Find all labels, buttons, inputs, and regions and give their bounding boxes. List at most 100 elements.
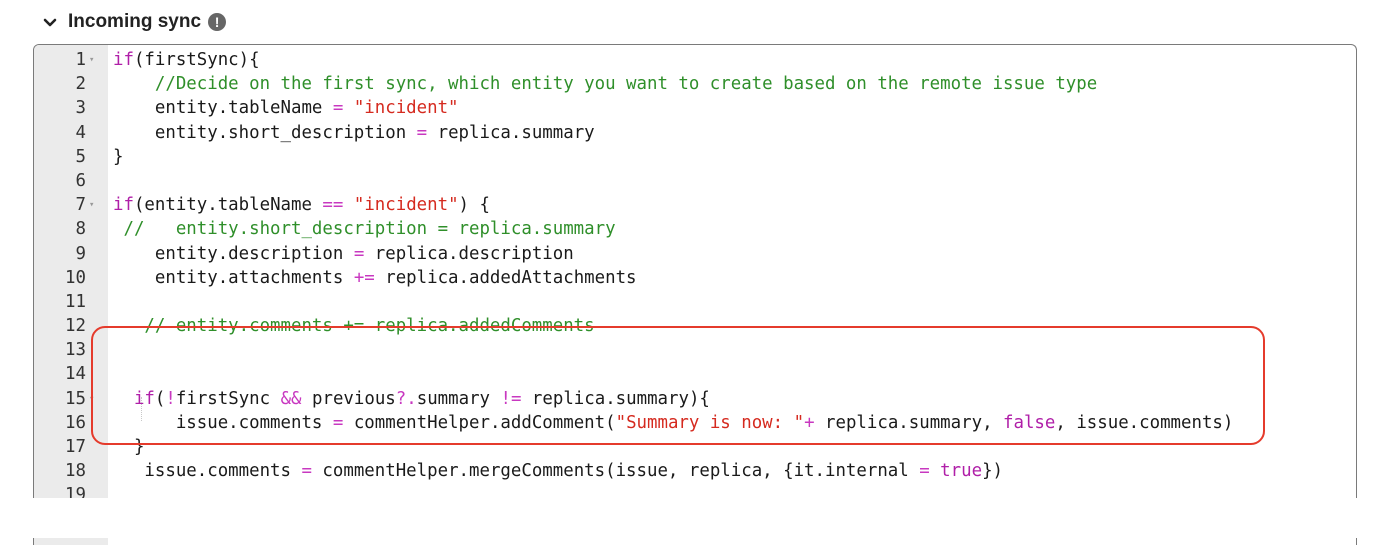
line-number: 10 bbox=[65, 267, 86, 288]
code-line[interactable]: 9 entity.description = replica.descripti… bbox=[34, 242, 1356, 266]
code-line[interactable]: 5} bbox=[34, 145, 1356, 169]
operator-token: = bbox=[919, 461, 930, 482]
code-token: firstSync bbox=[175, 388, 281, 409]
line-number: 17 bbox=[65, 437, 86, 457]
code-token: } bbox=[113, 146, 124, 167]
line-number: 8 bbox=[75, 219, 86, 240]
code-line[interactable]: 1 ▾ if(firstSync){ bbox=[34, 48, 1356, 72]
operator-token: && bbox=[280, 388, 302, 409]
line-number: 6 bbox=[75, 170, 86, 191]
operator-token: != bbox=[500, 388, 522, 409]
code-line[interactable]: 2 //Decide on the first sync, which enti… bbox=[34, 72, 1356, 96]
code-token: entity.attachments bbox=[113, 267, 354, 288]
operator-token: = bbox=[332, 98, 344, 119]
code-text: issue.comments = commentHelper.mergeComm… bbox=[113, 459, 1003, 483]
comment-token: // entity.short_description = replica.su… bbox=[113, 219, 616, 240]
code-text: if(firstSync){ bbox=[113, 48, 260, 72]
code-line[interactable]: 10 entity.attachments += replica.addedAt… bbox=[34, 266, 1356, 290]
code-text: if(!firstSync && previous?.summary != re… bbox=[113, 387, 710, 411]
code-line[interactable]: 6 bbox=[34, 169, 1356, 193]
indent-guide bbox=[141, 397, 142, 421]
keyword-token: if bbox=[113, 50, 134, 70]
operator-token: + bbox=[804, 412, 815, 433]
code-token: commentHelper.addComment( bbox=[343, 412, 616, 433]
code-token: (entity.tableName bbox=[133, 195, 323, 216]
code-token: , issue.comments) bbox=[1055, 412, 1234, 433]
code-line[interactable]: 14 bbox=[34, 362, 1356, 386]
code-token: replica.summary, bbox=[814, 412, 1004, 433]
code-line[interactable]: 11 bbox=[34, 290, 1356, 314]
code-line[interactable]: 8 // entity.short_description = replica.… bbox=[34, 217, 1356, 241]
code-text: // entity.comments += replica.addedComme… bbox=[113, 314, 595, 338]
code-line[interactable]: 18 issue.comments = commentHelper.mergeC… bbox=[34, 459, 1356, 483]
code-line[interactable]: 12 // entity.comments += replica.addedCo… bbox=[34, 314, 1356, 338]
code-line[interactable]: 3 entity.tableName = "incident" bbox=[34, 96, 1356, 120]
code-token: issue.comments bbox=[113, 412, 333, 433]
operator-token: = bbox=[301, 461, 312, 482]
line-number: 14 bbox=[65, 364, 86, 385]
code-token: ) { bbox=[458, 195, 490, 216]
code-text: } bbox=[113, 435, 144, 459]
fold-toggle-icon[interactable]: ▾ bbox=[89, 48, 101, 72]
line-number: 1 bbox=[75, 50, 86, 70]
code-token: issue.comments bbox=[113, 461, 302, 482]
code-editor[interactable]: 1 ▾ if(firstSync){2 //Decide on the first … bbox=[33, 44, 1357, 545]
comment-token: // entity.comments += replica.addedComme… bbox=[113, 316, 595, 337]
code-token: entity.tableName bbox=[113, 98, 333, 119]
code-token: commentHelper.mergeComments(issue, repli… bbox=[311, 461, 920, 482]
operator-token: ! bbox=[165, 388, 176, 409]
code-token: replica.summary bbox=[427, 122, 595, 143]
section-header[interactable]: Incoming sync ! bbox=[40, 9, 227, 35]
code-token: ( bbox=[154, 388, 166, 409]
keyword-token: true bbox=[929, 461, 983, 482]
fold-toggle-icon[interactable]: ▾ bbox=[89, 387, 101, 411]
code-line[interactable]: 4 entity.short_description = replica.sum… bbox=[34, 121, 1356, 145]
line-number: 2 bbox=[75, 74, 86, 95]
code-token: entity.description bbox=[113, 243, 354, 264]
code-lines: 1 ▾ if(firstSync){2 //Decide on the first … bbox=[34, 48, 1356, 532]
code-token: previous bbox=[301, 388, 396, 409]
code-text: } bbox=[113, 145, 123, 169]
operator-token: = bbox=[332, 412, 344, 433]
code-token: } bbox=[113, 437, 145, 457]
code-line[interactable]: 17 } bbox=[34, 435, 1356, 459]
line-number: 12 bbox=[65, 316, 86, 337]
code-text: entity.tableName = "incident" bbox=[113, 96, 459, 120]
line-number: 4 bbox=[75, 122, 86, 143]
keyword-token: if bbox=[113, 195, 134, 216]
comment-token: //Decide on the first sync, which entity… bbox=[154, 74, 1098, 95]
code-text: //Decide on the first sync, which entity… bbox=[113, 72, 1097, 96]
line-number: 5 bbox=[75, 146, 86, 167]
code-token: replica.addedAttachments bbox=[374, 267, 637, 288]
code-text: issue.comments = commentHelper.addCommen… bbox=[113, 411, 1234, 435]
operator-token: == bbox=[322, 195, 344, 216]
code-text: entity.attachments += replica.addedAttac… bbox=[113, 266, 637, 290]
line-number: 15 bbox=[65, 388, 86, 409]
code-token: summary bbox=[416, 388, 501, 409]
code-line[interactable]: 13 bbox=[34, 338, 1356, 362]
code-line[interactable]: 16 issue.comments = commentHelper.addCom… bbox=[34, 411, 1356, 435]
info-icon[interactable]: ! bbox=[208, 13, 227, 31]
line-number: 9 bbox=[75, 243, 86, 264]
code-token: replica.summary){ bbox=[521, 388, 710, 409]
line-number: 11 bbox=[65, 291, 86, 312]
code-text: // entity.short_description = replica.su… bbox=[113, 217, 616, 241]
viewport-cutoff bbox=[0, 498, 1388, 538]
fold-toggle-icon[interactable]: ▾ bbox=[89, 193, 101, 217]
string-token: "incident" bbox=[343, 98, 459, 119]
line-number: 18 bbox=[65, 461, 86, 482]
chevron-down-icon[interactable] bbox=[40, 12, 60, 32]
code-text: if(entity.tableName == "incident") { bbox=[113, 193, 490, 217]
code-line[interactable]: 15 ▾ if(!firstSync && previous?.summary !… bbox=[34, 387, 1356, 411]
line-number: 3 bbox=[75, 98, 86, 119]
section-title: Incoming sync bbox=[68, 11, 202, 32]
code-token: (firstSync){ bbox=[133, 50, 260, 70]
operator-token: ?. bbox=[395, 388, 417, 409]
operator-token: = bbox=[353, 243, 365, 264]
string-token: "Summary is now: " bbox=[615, 412, 805, 433]
code-line[interactable]: 7 ▾ if(entity.tableName == "incident") { bbox=[34, 193, 1356, 217]
string-token: "incident" bbox=[343, 195, 459, 216]
operator-token: += bbox=[353, 267, 375, 288]
